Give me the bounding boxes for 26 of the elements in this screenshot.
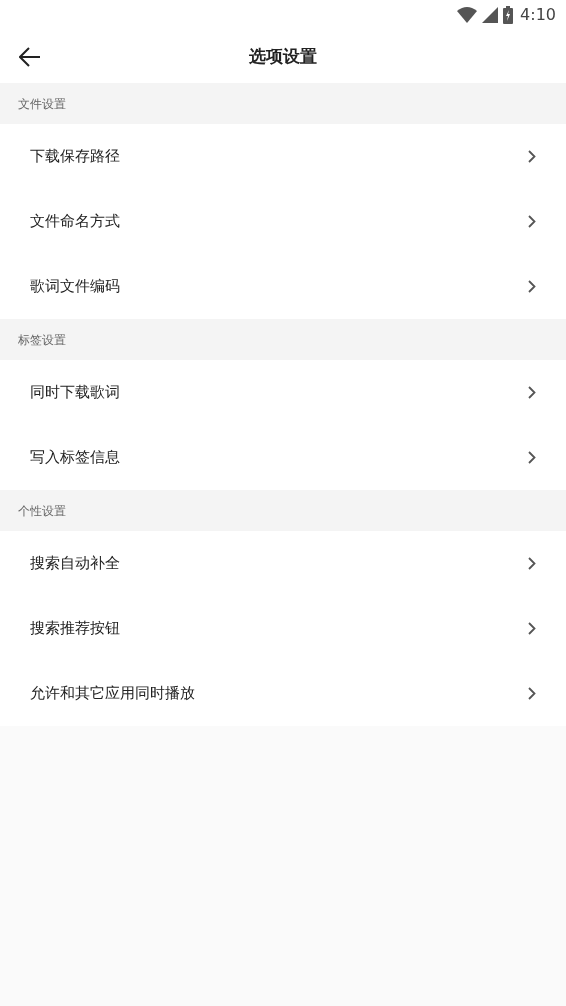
page-title: 选项设置 xyxy=(249,44,317,68)
back-arrow-icon xyxy=(19,46,41,67)
wifi-icon xyxy=(457,7,478,23)
signal-icon xyxy=(482,7,499,23)
chevron-right-icon xyxy=(528,451,536,464)
battery-icon xyxy=(503,6,514,24)
chevron-right-icon xyxy=(528,386,536,399)
settings-item[interactable]: 歌词文件编码 xyxy=(0,254,566,319)
chevron-right-icon xyxy=(528,215,536,228)
chevron-right-icon xyxy=(528,687,536,700)
chevron-right-icon xyxy=(528,150,536,163)
back-button[interactable] xyxy=(18,44,42,69)
section-title: 文件设置 xyxy=(18,95,66,113)
chevron-right-icon xyxy=(528,280,536,293)
section-title: 个性设置 xyxy=(18,502,66,520)
settings-item[interactable]: 同时下载歌词 xyxy=(0,360,566,425)
settings-item[interactable]: 写入标签信息 xyxy=(0,425,566,490)
settings-item[interactable]: 搜索推荐按钮 xyxy=(0,596,566,661)
settings-item[interactable]: 下载保存路径 xyxy=(0,124,566,189)
settings-item[interactable]: 文件命名方式 xyxy=(0,189,566,254)
chevron-right-icon xyxy=(528,622,536,635)
section-title: 标签设置 xyxy=(18,331,66,349)
settings-item[interactable]: 允许和其它应用同时播放 xyxy=(0,661,566,726)
status-time: 4:10 xyxy=(520,4,556,26)
chevron-right-icon xyxy=(528,557,536,570)
settings-item[interactable]: 搜索自动补全 xyxy=(0,531,566,596)
